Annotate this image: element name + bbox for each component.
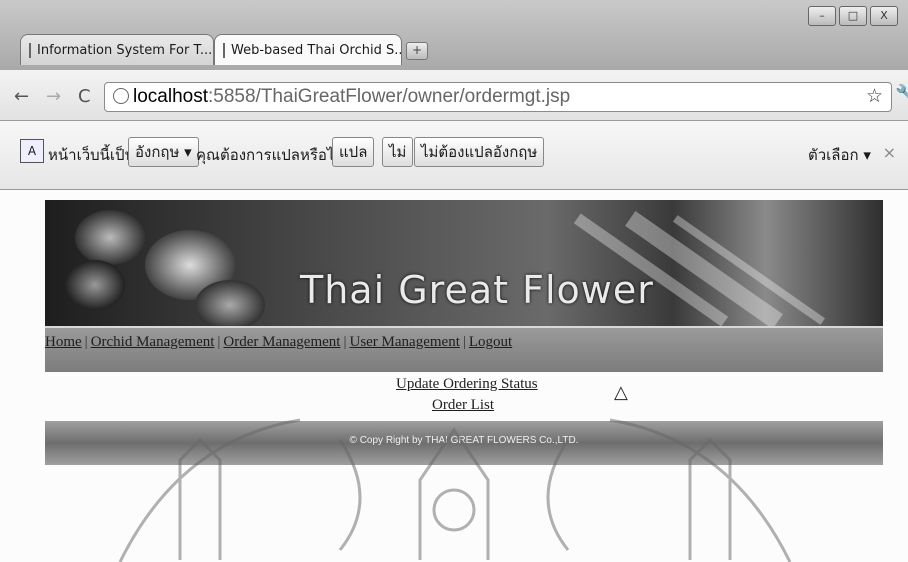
browser-toolbar: ← → C localhost:5858/ThaiGreatFlower/own… <box>0 70 908 121</box>
tab-title: Information System For T... <box>37 42 213 58</box>
nav-user-management-link[interactable]: User Management <box>349 334 459 350</box>
back-icon[interactable]: ← <box>14 86 29 107</box>
new-tab-button[interactable]: + <box>406 42 428 60</box>
options-menu[interactable]: ตัวเลือก ▾ <box>808 143 871 167</box>
nav-order-management-link[interactable]: Order Management <box>223 334 340 350</box>
page-info-icon[interactable] <box>113 88 129 104</box>
url-path: :5858/ThaiGreatFlower/owner/ordermgt.jsp <box>208 86 571 107</box>
language-select[interactable]: อังกฤษ ▾ <box>128 137 199 167</box>
nav-logout-link[interactable]: Logout <box>469 334 512 350</box>
translate-button[interactable]: แปล <box>332 137 375 167</box>
browser-titlebar: – □ X Information System For T... × Web-… <box>0 0 908 70</box>
page-icon <box>223 42 225 58</box>
window-controls: – □ X <box>808 6 898 26</box>
close-window-button[interactable]: X <box>870 6 898 26</box>
mouse-cursor-icon: △ <box>614 382 628 403</box>
nav-links: Home | Orchid Management | Order Management |… <box>45 334 512 351</box>
minimize-button[interactable]: – <box>808 6 836 26</box>
close-translate-icon[interactable]: × <box>883 143 896 162</box>
tab-title: Web-based Thai Orchid S... <box>231 42 402 58</box>
never-translate-button[interactable]: ไม่ต้องแปลอังกฤษ <box>414 137 545 167</box>
translate-bar: A หน้าเว็บนี้เป็น อังกฤษ ▾ คุณต้องการแปล… <box>0 121 908 190</box>
maximize-button[interactable]: □ <box>839 6 867 26</box>
url-host: localhost <box>133 86 208 107</box>
translate-question: คุณต้องการแปลหรือไม่ <box>196 146 345 164</box>
nav-separator: | <box>84 334 88 350</box>
page-icon <box>29 42 31 58</box>
wrench-menu-icon[interactable]: 🔧 <box>895 84 908 105</box>
translate-icon: A <box>20 139 44 163</box>
address-bar[interactable]: localhost:5858/ThaiGreatFlower/owner/ord… <box>104 82 892 112</box>
orchid-image <box>65 260 125 310</box>
tab-information-system[interactable]: Information System For T... × <box>20 34 214 65</box>
nav-orchid-management-link[interactable]: Orchid Management <box>91 334 215 350</box>
nav-home-link[interactable]: Home <box>45 334 82 350</box>
forward-icon[interactable]: → <box>46 86 61 107</box>
page-language-label: หน้าเว็บนี้เป็น <box>48 146 135 164</box>
site-navbar: Home | Orchid Management | Order Management |… <box>45 326 883 372</box>
no-button[interactable]: ไม่ <box>382 137 414 167</box>
site-banner: Thai Great Flower <box>45 200 883 326</box>
watermark-seal <box>118 418 792 562</box>
reload-icon[interactable]: C <box>78 86 91 107</box>
tab-thai-orchid[interactable]: Web-based Thai Orchid S... × <box>214 34 402 65</box>
nav-separator: | <box>462 334 466 350</box>
nav-separator: | <box>217 334 221 350</box>
orchid-image <box>195 280 265 326</box>
site-title: Thai Great Flower <box>300 268 654 312</box>
orchid-image <box>75 210 145 265</box>
nav-separator: | <box>343 334 347 350</box>
bookmark-star-icon[interactable]: ☆ <box>866 83 883 111</box>
